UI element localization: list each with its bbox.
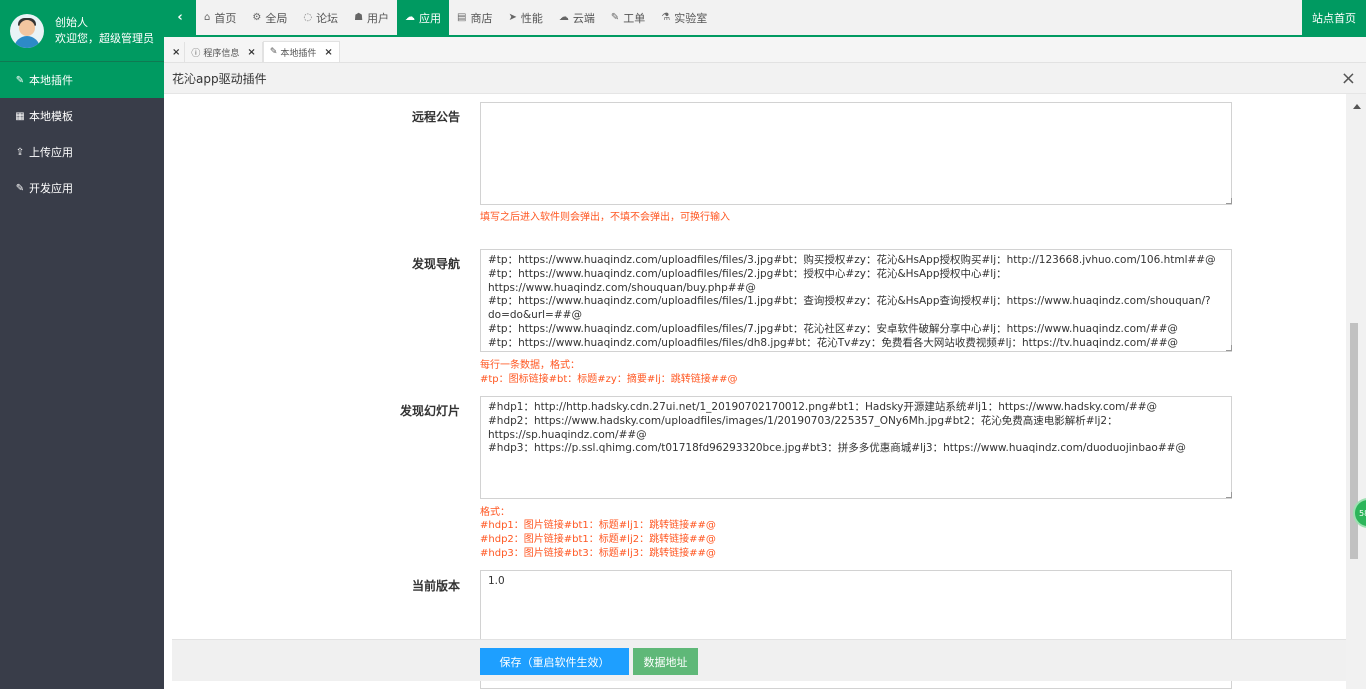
tab-program-info[interactable]: ⓘ 程序信息 × <box>185 42 263 62</box>
site-home-button[interactable]: 站点首页 <box>1302 0 1366 35</box>
close-icon[interactable]: × <box>324 47 332 58</box>
wrench-icon: ✎ <box>610 12 620 23</box>
tab-local-plugins[interactable]: ✎ 本地插件 × <box>262 41 340 62</box>
top-nav: ‹ ⌂ 首页 ⚙ 全局 ◌ 论坛 ☗ 用户 ☁ 应用 ▤ 商店 ➤ 性能 ☁ 云端 ✎ 工单 ⚗ 实… <box>164 0 1366 37</box>
user-info: 创始人 欢迎您，超级管理员 <box>55 15 154 47</box>
resize-handle[interactable] <box>1226 198 1232 204</box>
data-address-button[interactable]: 数据地址 <box>633 648 698 675</box>
cloud-icon: ☁ <box>405 12 416 23</box>
version-label: 当前版本 <box>412 579 461 593</box>
announcement-textarea[interactable] <box>480 102 1232 205</box>
discover-slides-hint-1: #hdp1：图片链接#bt1：标题#lj1：跳转链接##@ <box>480 520 716 531</box>
gear-icon: ⚙ <box>252 12 262 23</box>
close-icon: × <box>172 46 181 58</box>
user-panel: 创始人 欢迎您，超级管理员 <box>0 0 164 62</box>
discover-nav-label: 发现导航 <box>412 257 461 271</box>
nav-label: 首页 <box>214 11 237 25</box>
comment-icon: ◌ <box>303 12 313 23</box>
info-icon: ⓘ <box>191 48 201 59</box>
avatar[interactable] <box>10 13 44 48</box>
sidebar-item-label: 本地模板 <box>29 110 73 123</box>
announcement-hint: 填写之后进入软件则会弹出，不填不会弹出，可换行输入 <box>480 212 730 223</box>
discover-slides-label: 发现幻灯片 <box>400 404 461 418</box>
close-icon[interactable]: × <box>1341 68 1356 89</box>
discover-slides-hint-0: 格式： <box>480 507 510 518</box>
chevron-left-icon: ‹ <box>177 10 183 25</box>
nav-label: 论坛 <box>316 11 339 25</box>
discover-nav-hint-1: 每行一条数据，格式： <box>480 360 580 371</box>
discover-slides-textarea[interactable]: #hdp1：http://http.hadsky.cdn.27ui.net/1_… <box>480 396 1232 499</box>
nav-label: 实验室 <box>674 11 708 25</box>
discover-nav-textarea[interactable]: #tp：https://www.huaqindz.com/uploadfiles… <box>480 249 1232 352</box>
close-all-tabs-button[interactable]: × <box>168 42 186 62</box>
nav-label: 云端 <box>572 11 595 25</box>
sidebar-item-label: 开发应用 <box>29 182 73 195</box>
sidebar-item-label: 本地插件 <box>29 74 73 87</box>
welcome-text: 欢迎您，超级管理员 <box>55 31 154 45</box>
wrench-icon: ✎ <box>15 182 25 194</box>
sidebar-item-label: 上传应用 <box>29 146 73 159</box>
nav-label: 用户 <box>367 11 390 25</box>
sidebar-item-develop-app[interactable]: ✎ 开发应用 <box>0 170 164 206</box>
nav-label: 商店 <box>470 11 493 25</box>
nav-label: 工单 <box>623 11 646 25</box>
tab-bar: × ⓘ 程序信息 × ✎ 本地插件 × <box>164 37 1366 63</box>
announcement-label: 远程公告 <box>412 110 461 124</box>
nav-lab[interactable]: ⚗ 实验室 <box>653 0 715 35</box>
template-icon: ▦ <box>15 110 25 122</box>
nav-label: 全局 <box>265 11 288 25</box>
user-name: 创始人 <box>55 15 88 29</box>
send-icon: ➤ <box>508 12 517 23</box>
form-footer: 保存（重启软件生效） 数据地址 <box>172 639 1346 681</box>
sidebar-item-local-plugins[interactable]: ✎ 本地插件 <box>0 62 164 98</box>
scroll-up-arrow-icon[interactable] <box>1353 104 1361 109</box>
cloud-icon: ☁ <box>558 12 569 23</box>
nav-global[interactable]: ⚙ 全局 <box>244 0 295 35</box>
nav-tickets[interactable]: ✎ 工单 <box>603 0 653 35</box>
nav-label: 应用 <box>419 11 442 25</box>
tab-label: 程序信息 <box>203 48 240 59</box>
flask-icon: ⚗ <box>661 12 671 23</box>
plugin-icon: ✎ <box>269 47 278 57</box>
home-icon: ⌂ <box>204 12 211 23</box>
discover-slides-hint-2: #hdp2：图片链接#bt1：标题#lj2：跳转链接##@ <box>480 534 716 545</box>
nav-users[interactable]: ☗ 用户 <box>346 0 397 35</box>
form-content: 远程公告 填写之后进入软件则会弹出，不填不会弹出，可换行输入 发现导航 #tp：… <box>164 94 1346 689</box>
resize-handle[interactable] <box>1226 345 1232 351</box>
upload-icon: ⇪ <box>15 146 25 158</box>
panel-title: 花沁app驱动插件 <box>172 71 267 86</box>
nav-apps[interactable]: ☁ 应用 <box>397 0 450 35</box>
users-icon: ☗ <box>354 12 364 23</box>
nav-label: 性能 <box>520 11 543 25</box>
scrollbar[interactable] <box>1346 94 1366 689</box>
nav-cloud[interactable]: ☁ 云端 <box>551 0 603 35</box>
nav-home[interactable]: ⌂ 首页 <box>196 0 244 35</box>
tab-label: 本地插件 <box>280 48 317 59</box>
store-icon: ▤ <box>457 12 467 23</box>
close-icon[interactable]: × <box>247 47 255 58</box>
discover-slides-hint-3: #hdp3：图片链接#bt3：标题#lj3：跳转链接##@ <box>480 548 716 559</box>
sidebar-item-local-templates[interactable]: ▦ 本地模板 <box>0 98 164 134</box>
plugin-icon: ✎ <box>15 74 25 86</box>
panel-header: 花沁app驱动插件 × <box>164 63 1366 94</box>
sidebar-item-upload-app[interactable]: ⇪ 上传应用 <box>0 134 164 170</box>
collapse-sidebar-button[interactable]: ‹ <box>164 0 196 35</box>
discover-nav-hint-2: #tp：图标链接#bt：标题#zy：摘要#lj：跳转链接##@ <box>480 374 738 385</box>
nav-store[interactable]: ▤ 商店 <box>449 0 500 35</box>
save-button[interactable]: 保存（重启软件生效） <box>480 648 629 675</box>
sidebar: 创始人 欢迎您，超级管理员 ✎ 本地插件 ▦ 本地模板 ⇪ 上传应用 ✎ 开发应… <box>0 0 164 689</box>
nav-forum[interactable]: ◌ 论坛 <box>295 0 346 35</box>
nav-performance[interactable]: ➤ 性能 <box>500 0 550 35</box>
resize-handle[interactable] <box>1226 492 1232 498</box>
